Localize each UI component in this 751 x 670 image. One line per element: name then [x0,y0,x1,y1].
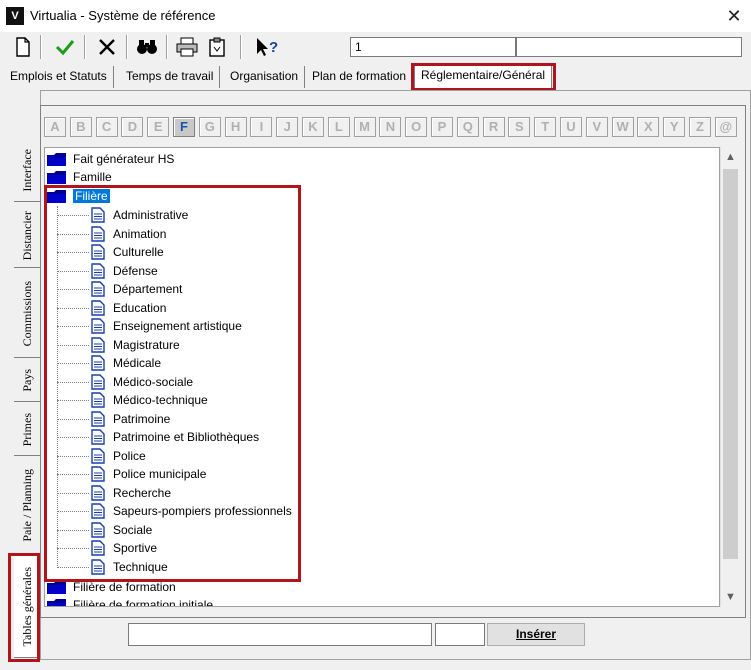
letter-button-c[interactable]: C [95,117,118,137]
tree-item-label: Famille [73,170,112,184]
close-button[interactable]: ✕ [722,4,746,28]
toolbar-separator [240,35,242,59]
tab-plan-de-formation[interactable]: Plan de formation [306,66,414,88]
side-tab-label: Pays [19,369,34,392]
delete-x-icon[interactable] [94,34,120,60]
scroll-thumb[interactable] [723,169,738,559]
tree-item[interactable]: Fait générateur HS [47,150,174,168]
tab-temps-de-travail[interactable]: Temps de travail [120,66,221,88]
side-tab-commissions[interactable]: Commissions [14,270,40,358]
help-arrow-icon[interactable]: ? [254,34,284,60]
side-tab-paie-planning[interactable]: Paie / Planning [14,458,40,554]
toolbar-separator [166,35,168,59]
record-number-field[interactable]: 1 [350,37,516,57]
clipboard-icon[interactable] [204,34,230,60]
letter-button-j[interactable]: J [276,117,299,137]
letter-button-f[interactable]: F [173,117,195,137]
letter-button-y[interactable]: Y [663,117,686,137]
letter-button-m[interactable]: M [353,117,376,137]
highlight-box-side-tab [8,553,40,662]
folder-icon [47,598,67,606]
entry-text-field[interactable] [128,623,432,646]
side-tab-label: Commissions [19,280,34,347]
letter-button-b[interactable]: B [69,117,92,137]
letter-button-p[interactable]: P [431,117,453,137]
tab-organisation[interactable]: Organisation [224,66,306,88]
letter-button-d[interactable]: D [121,117,144,137]
folder-icon [47,152,67,166]
letter-button-a[interactable]: A [44,117,66,137]
checkmark-icon[interactable] [52,34,78,60]
side-tab-primes[interactable]: Primes [14,404,40,456]
letter-button-h[interactable]: H [224,117,247,137]
tab-emplois-et-statuts[interactable]: Emplois et Statuts [4,66,114,88]
toolbar-separator [40,35,42,59]
svg-text:?: ? [269,39,278,56]
letter-button-v[interactable]: V [585,117,608,137]
binoculars-icon[interactable] [134,34,160,60]
tree-scrollbar[interactable]: ▲ ▼ [720,147,739,607]
side-tab-label: Primes [19,412,34,447]
letter-button-x[interactable]: X [637,117,660,137]
letter-button-u[interactable]: U [560,117,582,137]
toolbar-separator [126,35,128,59]
letter-filter-bar: A B C D E F G H I J K L M N O P Q R S T U V W X Y Z @ [44,117,744,139]
side-tab-distancier[interactable]: Distancier [14,204,40,268]
insert-button[interactable]: Insérer [487,623,585,646]
letter-button-w[interactable]: W [611,117,634,137]
virtualia-logo-icon: V [6,7,24,25]
scroll-up-icon[interactable]: ▲ [721,147,740,167]
side-tab-pays[interactable]: Pays [14,360,40,402]
app-window: V Virtualia - Système de référence ✕ ? 1… [0,0,751,670]
letter-button-q[interactable]: Q [456,117,479,137]
side-tab-label: Interface [19,149,34,192]
tree-item-label: Filière de formation [73,580,176,594]
letter-button-e[interactable]: E [147,117,170,137]
entry-code-field[interactable] [435,623,485,646]
letter-button-i[interactable]: I [250,117,273,137]
new-document-icon[interactable] [10,34,36,60]
bottom-bar: Insérer [44,618,741,656]
tree-item[interactable]: Filière de formation initiale [47,596,214,607]
scroll-down-icon[interactable]: ▼ [721,587,740,607]
side-tab-label: Paie / Planning [19,469,34,542]
side-tab-label: Distancier [19,210,34,261]
folder-icon [47,170,67,184]
letter-button-at[interactable]: @ [714,117,737,137]
letter-button-o[interactable]: O [405,117,428,137]
letter-button-g[interactable]: G [198,117,221,137]
printer-icon[interactable] [174,34,200,60]
letter-button-l[interactable]: L [327,117,350,137]
tree-item[interactable]: Famille [47,168,112,186]
title-bar: V Virtualia - Système de référence ✕ [0,0,751,32]
letter-button-k[interactable]: K [302,117,324,137]
folder-icon [47,580,67,594]
letter-button-r[interactable]: R [482,117,505,137]
record-label-field[interactable] [516,37,742,57]
side-tab-interface[interactable]: Interface [14,140,40,202]
highlight-box-filiere [44,185,301,582]
toolbar-separator [84,35,86,59]
highlight-box-top-tab [411,63,556,91]
letter-button-t[interactable]: T [534,117,557,137]
tree-item-label: Filière de formation initiale [73,598,214,607]
letter-button-n[interactable]: N [379,117,402,137]
top-tab-bar: Emplois et Statuts Temps de travail Orga… [4,64,744,90]
letter-button-s[interactable]: S [508,117,531,137]
window-title: Virtualia - Système de référence [30,8,216,23]
letter-button-z[interactable]: Z [689,117,711,137]
toolbar: ? 1 [0,32,751,62]
tree-item-label: Fait générateur HS [73,152,175,166]
